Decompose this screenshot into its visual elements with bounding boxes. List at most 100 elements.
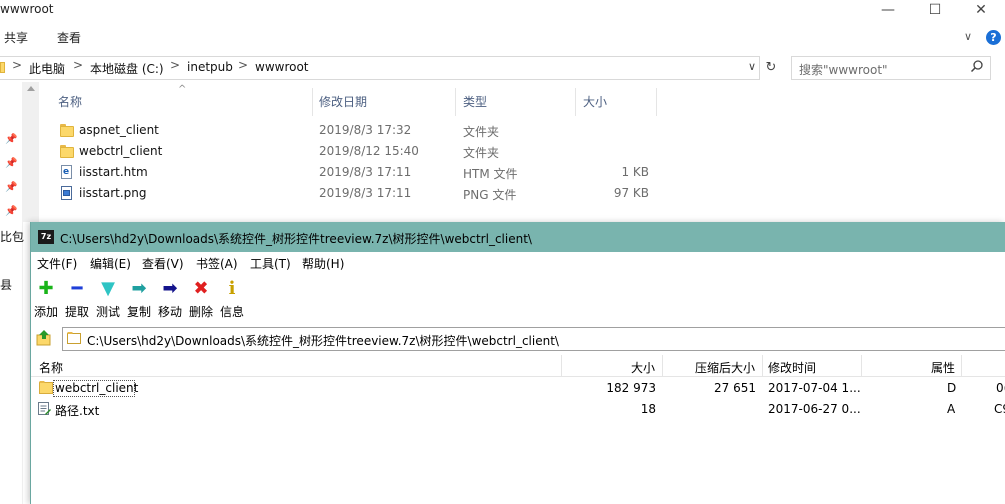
file-date: 2019/8/12 15:40: [319, 144, 419, 158]
info-icon[interactable]: i: [221, 278, 243, 300]
column-divider[interactable]: [561, 355, 562, 377]
png-file-icon: [61, 186, 72, 200]
extract-button[interactable]: 提取: [65, 303, 89, 320]
search-icon[interactable]: [970, 59, 984, 73]
pin-icon[interactable]: 📌: [5, 182, 17, 194]
column-divider[interactable]: [961, 355, 962, 377]
ribbon-expand-icon[interactable]: ∨: [964, 30, 972, 43]
pin-icon[interactable]: 📌: [5, 206, 17, 218]
column-divider[interactable]: [455, 88, 456, 116]
scroll-up-icon[interactable]: [27, 86, 35, 91]
column-header-name[interactable]: 名称: [58, 93, 82, 110]
copy-icon[interactable]: ➡: [128, 278, 150, 300]
column-divider[interactable]: [662, 355, 663, 377]
breadcrumb-wwwroot[interactable]: wwwroot: [255, 60, 309, 74]
folder-icon: [60, 145, 74, 158]
item-extra: C9: [994, 402, 1005, 416]
nav-item-label[interactable]: 县: [0, 276, 12, 293]
column-divider[interactable]: [575, 88, 576, 116]
pin-icon[interactable]: 📌: [5, 158, 17, 170]
breadcrumb-this-pc[interactable]: 此电脑: [29, 60, 65, 77]
window-title: wwwroot: [0, 2, 54, 16]
folder-icon: [39, 381, 53, 394]
move-button[interactable]: 移动: [158, 303, 182, 320]
file-date: 2019/8/3 17:11: [319, 186, 412, 200]
file-type: 文件夹: [463, 146, 500, 160]
breadcrumb-inetpub[interactable]: inetpub: [187, 60, 233, 74]
file-date: 2019/8/3 17:32: [319, 123, 412, 137]
file-name: webctrl_client: [79, 144, 163, 158]
file-name: aspnet_client: [79, 123, 159, 137]
refresh-icon[interactable]: ↻: [762, 56, 780, 80]
copy-button[interactable]: 复制: [127, 303, 151, 320]
menu-help[interactable]: 帮助(H): [302, 255, 344, 272]
delete-button[interactable]: 删除: [189, 303, 213, 320]
breadcrumb-separator: >: [12, 58, 23, 72]
column-divider[interactable]: [861, 355, 862, 377]
address-dropdown-icon[interactable]: ∨: [748, 60, 756, 73]
column-divider[interactable]: [656, 88, 657, 116]
menu-bookmarks[interactable]: 书签(A): [196, 255, 238, 272]
column-header-type[interactable]: 类型: [463, 93, 487, 110]
sevenzip-window: 7z C:\Users\hd2y\Downloads\系统控件_树形控件tree…: [30, 222, 1005, 504]
pin-icon[interactable]: 📌: [5, 134, 17, 146]
item-size: 182 973: [606, 381, 656, 395]
column-header-attributes[interactable]: 属性: [931, 359, 955, 376]
item-name: webctrl_client: [55, 381, 139, 395]
ribbon-tab-share[interactable]: 共享: [4, 29, 28, 46]
column-header-name[interactable]: 名称: [39, 359, 63, 376]
window-title: C:\Users\hd2y\Downloads\系统控件_树形控件treevie…: [60, 232, 532, 246]
info-button[interactable]: 信息: [220, 303, 244, 320]
ribbon-tab-view[interactable]: 查看: [57, 29, 81, 46]
move-icon[interactable]: ➡: [159, 278, 181, 300]
htm-file-icon: e: [61, 165, 72, 179]
test-icon[interactable]: ▼: [97, 278, 119, 300]
item-extra: 0(: [996, 381, 1005, 395]
column-header-packed-size[interactable]: 压缩后大小: [695, 359, 755, 376]
help-icon[interactable]: ?: [986, 30, 1001, 45]
file-type: 文件夹: [463, 125, 500, 139]
menu-edit[interactable]: 编辑(E): [90, 255, 131, 272]
file-size: 1 KB: [621, 165, 649, 179]
file-date: 2019/8/3 17:11: [319, 165, 412, 179]
path-text: C:\Users\hd2y\Downloads\系统控件_树形控件treevie…: [87, 334, 559, 348]
breadcrumb-separator: >: [238, 58, 249, 72]
column-divider[interactable]: [312, 88, 313, 116]
menu-tools[interactable]: 工具(T): [250, 255, 291, 272]
breadcrumb-separator: >: [73, 58, 84, 72]
close-button[interactable]: ✕: [966, 0, 996, 22]
file-size: 97 KB: [613, 186, 649, 200]
nav-item-label[interactable]: 比包: [0, 228, 24, 245]
extract-icon[interactable]: ━: [66, 278, 88, 300]
item-modified: 2017-06-27 0...: [768, 402, 861, 416]
text-file-icon: [38, 402, 51, 415]
column-header-size[interactable]: 大小: [583, 93, 607, 110]
maximize-button[interactable]: ☐: [920, 0, 950, 22]
file-name: iisstart.png: [79, 186, 147, 200]
sort-ascending-icon: ^: [178, 84, 187, 95]
breadcrumb-local-disk[interactable]: 本地磁盘 (C:): [90, 60, 164, 77]
delete-icon[interactable]: ✖: [190, 278, 212, 300]
file-type: PNG 文件: [463, 188, 517, 202]
list-header: [31, 355, 1005, 377]
navigation-scrollbar[interactable]: [23, 82, 39, 222]
minimize-button[interactable]: —: [873, 0, 903, 22]
breadcrumb-separator: >: [170, 58, 181, 72]
sevenzip-logo-icon: 7z: [38, 230, 54, 244]
test-button[interactable]: 测试: [96, 303, 120, 320]
folder-up-icon[interactable]: [34, 328, 54, 348]
column-header-size[interactable]: 大小: [631, 359, 655, 376]
column-header-date[interactable]: 修改日期: [319, 93, 367, 110]
add-button[interactable]: 添加: [34, 303, 58, 320]
item-packed-size: 27 651: [714, 381, 756, 395]
menu-file[interactable]: 文件(F): [37, 255, 77, 272]
menu-view[interactable]: 查看(V): [142, 255, 184, 272]
column-header-modified[interactable]: 修改时间: [768, 359, 816, 376]
column-divider[interactable]: [762, 355, 763, 377]
file-type: HTM 文件: [463, 167, 518, 181]
address-folder-icon: [0, 62, 5, 73]
item-modified: 2017-07-04 1...: [768, 381, 861, 395]
folder-icon: [67, 332, 81, 344]
item-attributes: D: [947, 381, 957, 395]
add-icon[interactable]: ✚: [35, 278, 57, 300]
